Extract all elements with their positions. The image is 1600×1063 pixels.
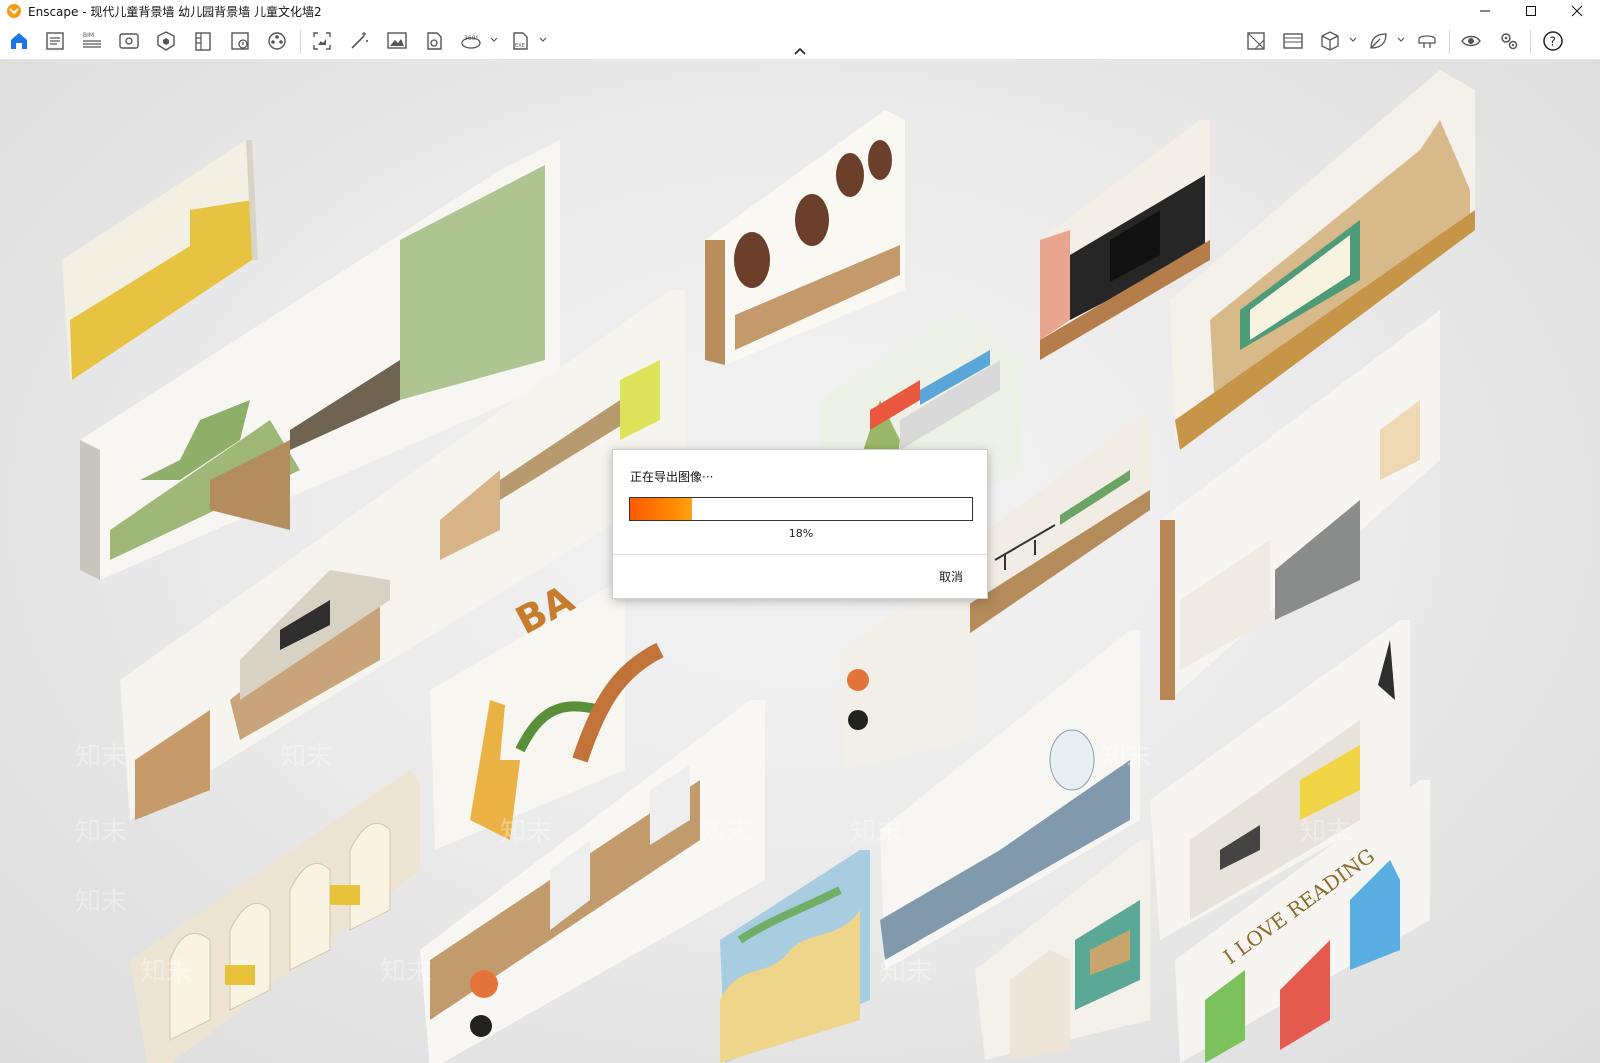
svg-text:知末: 知末 — [700, 817, 752, 847]
assets-button[interactable] — [153, 28, 179, 54]
screenshot-icon — [313, 32, 331, 50]
title-bar: Enscape - 现代儿童背景墙 幼儿园背景墙 儿童文化墙2 — [0, 0, 1600, 22]
eye-button[interactable] — [1458, 28, 1484, 54]
close-icon — [1571, 5, 1583, 17]
image-export-icon — [387, 32, 407, 49]
magic-button[interactable] — [346, 28, 372, 54]
library-icon — [195, 32, 211, 51]
leaf-icon — [1370, 33, 1387, 49]
cube-dropdown-icon[interactable] — [1348, 35, 1358, 45]
bim-button[interactable]: BIM — [79, 28, 105, 54]
video-editor-icon — [268, 32, 286, 50]
svg-text:知末: 知末 — [140, 957, 192, 987]
atmosphere-icon — [1283, 33, 1303, 49]
eye-icon — [1461, 35, 1481, 47]
exe-export-button[interactable]: EXE — [507, 28, 533, 54]
svg-text:?: ? — [1550, 35, 1556, 49]
batch-export-button[interactable] — [421, 28, 447, 54]
assets-icon — [157, 31, 175, 51]
help-button[interactable]: ? — [1540, 28, 1566, 54]
video-editor-button[interactable] — [264, 28, 290, 54]
settings-button[interactable] — [1496, 28, 1522, 54]
collapse-toolbar-icon[interactable] — [793, 46, 807, 56]
svg-text:知末: 知末 — [75, 887, 127, 917]
views-button[interactable] — [116, 28, 142, 54]
window-title: Enscape - 现代儿童背景墙 幼儿园背景墙 儿童文化墙2 — [28, 4, 322, 19]
cancel-button[interactable]: 取消 — [939, 568, 963, 585]
cube-icon — [1321, 31, 1339, 51]
batch-export-icon — [427, 32, 442, 50]
wall-portholes — [840, 570, 970, 770]
vr-headset-icon — [1418, 35, 1436, 48]
settings-icon — [1501, 33, 1518, 50]
info-icon — [231, 32, 249, 50]
library-button[interactable] — [190, 28, 216, 54]
svg-text:BIM: BIM — [83, 32, 94, 39]
panorama-icon: 360° — [461, 35, 481, 49]
image-export-button[interactable] — [384, 28, 410, 54]
progress-percent-label: 18% — [788, 527, 814, 540]
wall-bookshelf-pods — [705, 110, 905, 365]
svg-text:知末: 知末 — [280, 742, 332, 772]
home-icon — [11, 33, 27, 49]
svg-text:知末: 知末 — [75, 742, 127, 772]
svg-text:知末: 知末 — [380, 957, 432, 987]
dialog-divider — [613, 554, 987, 555]
svg-text:知末: 知末 — [1100, 742, 1152, 772]
bim-icon: BIM — [83, 32, 101, 48]
atmosphere-button[interactable] — [1280, 28, 1306, 54]
material-icon — [1247, 32, 1265, 50]
leaf-dropdown-icon[interactable] — [1396, 35, 1406, 45]
home-button[interactable] — [6, 28, 32, 54]
panorama-button[interactable]: 360° — [458, 28, 484, 54]
svg-text:知末: 知末 — [1300, 817, 1352, 847]
help-icon: ? — [1543, 31, 1563, 51]
panorama-dropdown-icon[interactable] — [489, 35, 499, 45]
svg-text:EXE: EXE — [515, 43, 525, 49]
maximize-button[interactable] — [1508, 0, 1554, 22]
maximize-icon — [1526, 6, 1536, 16]
notes-button[interactable] — [42, 28, 68, 54]
wall-arches — [130, 770, 420, 1063]
close-button[interactable] — [1554, 0, 1600, 22]
svg-text:知末: 知末 — [75, 817, 127, 847]
screenshot-button[interactable] — [309, 28, 335, 54]
cube-button[interactable] — [1317, 28, 1343, 54]
svg-text:360°: 360° — [464, 35, 478, 42]
svg-text:知末: 知末 — [500, 817, 552, 847]
views-icon — [119, 33, 139, 49]
exe-export-icon: EXE — [513, 32, 528, 50]
vr-headset-button[interactable] — [1414, 28, 1440, 54]
minimize-icon — [1480, 10, 1490, 12]
notes-icon — [46, 32, 64, 50]
wall-yellow-panels — [62, 140, 258, 380]
exe-dropdown-icon[interactable] — [538, 35, 548, 45]
minimize-button[interactable] — [1462, 0, 1508, 22]
progress-fill — [630, 498, 692, 520]
dialog-title: 正在导出图像··· — [630, 470, 714, 484]
svg-text:知末: 知末 — [850, 817, 902, 847]
export-progress-bar — [629, 497, 973, 521]
svg-text:知末: 知末 — [880, 957, 932, 987]
enscape-logo-icon — [7, 4, 21, 18]
export-progress-dialog: 正在导出图像··· 18% 取消 — [612, 449, 988, 599]
info-button[interactable] — [227, 28, 253, 54]
leaf-button[interactable] — [1365, 28, 1391, 54]
magic-icon — [351, 32, 368, 49]
material-button[interactable] — [1243, 28, 1269, 54]
